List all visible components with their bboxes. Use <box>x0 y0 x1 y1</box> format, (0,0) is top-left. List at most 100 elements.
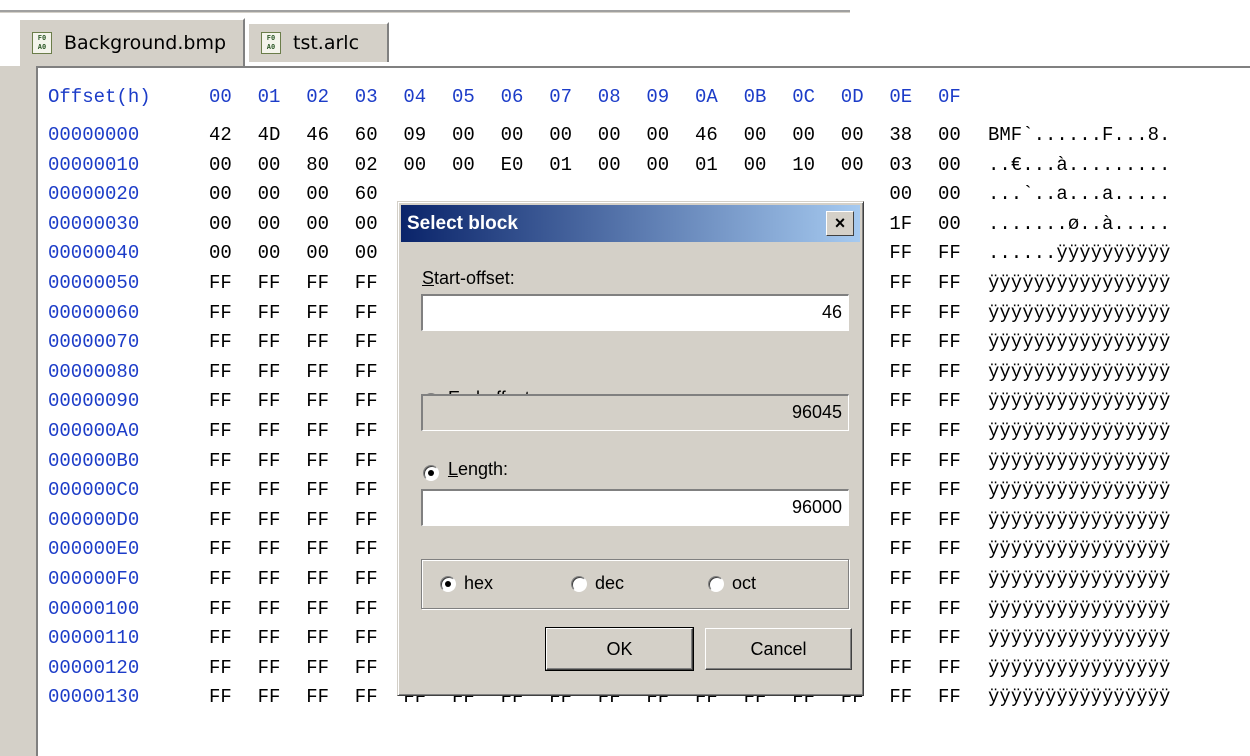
hex-byte[interactable]: FF <box>889 627 912 649</box>
hex-byte[interactable]: 00 <box>306 183 329 205</box>
hex-byte[interactable]: 00 <box>598 154 621 176</box>
hex-byte[interactable]: 02 <box>355 154 378 176</box>
hex-byte[interactable]: FF <box>938 390 961 412</box>
hex-byte[interactable]: 00 <box>549 124 572 146</box>
hex-byte[interactable]: 00 <box>889 183 912 205</box>
hex-byte[interactable]: 00 <box>403 154 426 176</box>
hex-byte[interactable]: 00 <box>306 213 329 235</box>
end-offset-field[interactable]: 96045 <box>421 394 849 431</box>
hex-byte[interactable]: FF <box>938 627 961 649</box>
hex-byte[interactable]: FF <box>306 538 329 560</box>
hex-byte[interactable]: FF <box>306 420 329 442</box>
hex-byte[interactable]: FF <box>355 331 378 353</box>
hex-byte[interactable]: FF <box>209 686 232 708</box>
hex-byte[interactable]: FF <box>889 272 912 294</box>
hex-byte[interactable]: 00 <box>598 124 621 146</box>
hex-byte[interactable]: FF <box>258 686 281 708</box>
hex-byte[interactable]: FF <box>258 331 281 353</box>
hex-byte[interactable]: 01 <box>695 154 718 176</box>
hex-byte[interactable]: FF <box>889 657 912 679</box>
hex-byte[interactable]: FF <box>355 302 378 324</box>
hex-byte[interactable]: FF <box>209 657 232 679</box>
hex-byte[interactable]: 01 <box>549 154 572 176</box>
hex-byte[interactable]: FF <box>306 627 329 649</box>
hex-byte[interactable]: FF <box>258 657 281 679</box>
oct-radio[interactable] <box>708 576 724 592</box>
hex-byte[interactable]: FF <box>938 538 961 560</box>
hex-byte[interactable]: FF <box>209 361 232 383</box>
start-offset-field[interactable]: 46 <box>421 294 849 331</box>
hex-byte[interactable]: FF <box>889 302 912 324</box>
hex-byte[interactable]: 00 <box>209 154 232 176</box>
hex-byte[interactable]: FF <box>889 598 912 620</box>
hex-byte[interactable]: 00 <box>306 242 329 264</box>
hex-byte[interactable]: FF <box>889 509 912 531</box>
hex-byte[interactable]: FF <box>938 242 961 264</box>
hex-byte[interactable]: 00 <box>792 124 815 146</box>
hex-byte[interactable]: FF <box>258 420 281 442</box>
hex-byte[interactable]: FF <box>938 598 961 620</box>
hex-byte[interactable]: FF <box>889 450 912 472</box>
hex-byte[interactable]: 00 <box>841 124 864 146</box>
ok-button[interactable]: OK <box>545 627 694 671</box>
hex-byte[interactable]: 38 <box>889 124 912 146</box>
tab-tst-arlc[interactable]: F0 A0 tst.arlc <box>247 22 389 62</box>
hex-byte[interactable]: FF <box>889 568 912 590</box>
hex-byte[interactable]: FF <box>258 509 281 531</box>
hex-byte[interactable]: FF <box>355 272 378 294</box>
hex-byte[interactable]: FF <box>258 272 281 294</box>
hex-byte[interactable]: 03 <box>889 154 912 176</box>
hex-byte[interactable]: FF <box>938 302 961 324</box>
dialog-titlebar[interactable]: Select block × <box>401 205 860 242</box>
hex-byte[interactable]: FF <box>209 450 232 472</box>
hex-byte[interactable]: FF <box>938 272 961 294</box>
hex-byte[interactable]: FF <box>258 450 281 472</box>
hex-byte[interactable]: 60 <box>355 183 378 205</box>
hex-byte[interactable]: 60 <box>355 124 378 146</box>
hex-byte[interactable]: FF <box>938 686 961 708</box>
hex-byte[interactable]: FF <box>209 598 232 620</box>
hex-byte[interactable]: FF <box>938 568 961 590</box>
hex-byte[interactable]: FF <box>355 390 378 412</box>
hex-byte[interactable]: FF <box>209 538 232 560</box>
hex-byte[interactable]: 00 <box>258 154 281 176</box>
length-field[interactable]: 96000 <box>421 489 849 526</box>
hex-byte[interactable]: FF <box>209 390 232 412</box>
hex-byte[interactable]: 46 <box>306 124 329 146</box>
hex-byte[interactable]: FF <box>938 361 961 383</box>
hex-byte[interactable]: 1F <box>889 213 912 235</box>
hex-byte[interactable]: FF <box>355 627 378 649</box>
hex-byte[interactable]: 46 <box>695 124 718 146</box>
hex-byte[interactable]: FF <box>306 657 329 679</box>
cancel-button[interactable]: Cancel <box>705 628 852 670</box>
hex-byte[interactable]: 00 <box>646 124 669 146</box>
hex-byte[interactable]: 00 <box>355 213 378 235</box>
hex-byte[interactable]: FF <box>258 390 281 412</box>
hex-byte[interactable]: E0 <box>501 154 524 176</box>
dec-radio[interactable] <box>571 576 587 592</box>
hex-byte[interactable]: 00 <box>938 154 961 176</box>
hex-byte[interactable]: FF <box>258 627 281 649</box>
hex-byte[interactable]: FF <box>889 390 912 412</box>
hex-byte[interactable]: FF <box>355 361 378 383</box>
hex-byte[interactable]: FF <box>889 479 912 501</box>
hex-byte[interactable]: 00 <box>501 124 524 146</box>
hex-byte[interactable]: FF <box>258 538 281 560</box>
hex-byte[interactable]: FF <box>258 598 281 620</box>
hex-byte[interactable]: FF <box>209 272 232 294</box>
hex-byte[interactable]: 42 <box>209 124 232 146</box>
hex-byte[interactable]: 00 <box>744 154 767 176</box>
hex-byte[interactable]: 00 <box>258 242 281 264</box>
tab-background-bmp[interactable]: F0 A0 Background.bmp <box>18 18 245 66</box>
hex-byte[interactable]: FF <box>209 568 232 590</box>
hex-byte[interactable]: FF <box>258 361 281 383</box>
hex-byte[interactable]: FF <box>938 450 961 472</box>
hex-byte[interactable]: FF <box>938 509 961 531</box>
hex-byte[interactable]: 00 <box>646 154 669 176</box>
hex-byte[interactable]: FF <box>355 686 378 708</box>
hex-byte[interactable]: FF <box>209 509 232 531</box>
hex-byte[interactable]: FF <box>355 509 378 531</box>
hex-byte[interactable]: FF <box>889 420 912 442</box>
hex-byte[interactable]: 00 <box>938 213 961 235</box>
hex-byte[interactable]: 09 <box>403 124 426 146</box>
